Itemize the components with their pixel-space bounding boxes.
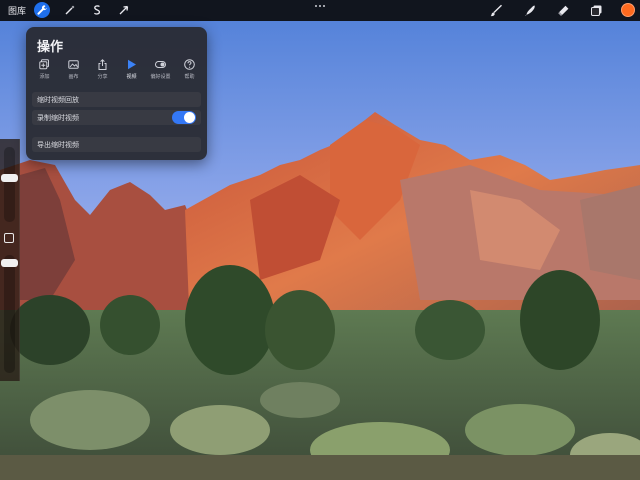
export-timelapse-row[interactable]: 导出缩时视频 <box>32 137 201 152</box>
magic-wand-icon <box>65 5 75 15</box>
smudge-tool[interactable] <box>522 2 538 18</box>
eraser-icon <box>557 5 568 16</box>
actions-panel: 操作 添加 画布 分享 视频 偏好设置 帮助 缩时视频回放 录制缩时视频 导出缩… <box>26 27 207 160</box>
canvas-icon <box>68 60 79 69</box>
arrow-cursor-icon <box>119 5 129 15</box>
tab-share[interactable]: 分享 <box>88 59 117 83</box>
top-toolbar: 图库 <box>0 0 640 21</box>
row-label: 导出缩时视频 <box>37 141 79 149</box>
tab-label: 添加 <box>39 74 50 80</box>
layers-icon <box>590 5 601 16</box>
timelapse-replay-row[interactable]: 缩时视频回放 <box>32 92 201 107</box>
tab-label: 偏好设置 <box>150 74 171 80</box>
tab-label: 画布 <box>68 74 79 80</box>
row-label: 缩时视频回放 <box>37 96 79 104</box>
side-slider-bar <box>0 139 20 381</box>
adjustments-button[interactable] <box>62 2 78 18</box>
brush-size-handle[interactable] <box>1 174 18 182</box>
help-icon <box>184 59 195 70</box>
tab-label: 帮助 <box>184 74 195 80</box>
more-options-icon[interactable] <box>314 3 326 11</box>
transform-button[interactable] <box>116 2 132 18</box>
selection-s-icon <box>93 5 101 15</box>
tab-help[interactable]: 帮助 <box>175 59 204 83</box>
toggle-icon <box>155 61 166 68</box>
opacity-slider[interactable] <box>4 255 15 373</box>
tab-preferences[interactable]: 偏好设置 <box>146 59 175 83</box>
row-label: 录制缩时视频 <box>37 114 79 122</box>
add-icon <box>39 59 49 70</box>
selection-button[interactable] <box>89 2 105 18</box>
play-icon <box>128 59 136 70</box>
toggle-knob <box>184 112 195 123</box>
actions-tabs: 添加 画布 分享 视频 偏好设置 帮助 <box>30 59 204 83</box>
actions-wrench-button[interactable] <box>34 2 50 18</box>
record-timelapse-toggle[interactable] <box>172 111 196 124</box>
modify-button[interactable] <box>4 233 14 243</box>
wrench-icon <box>37 5 47 15</box>
tab-label: 视频 <box>126 74 137 80</box>
brush-icon <box>490 4 502 16</box>
tab-label: 分享 <box>97 74 108 80</box>
panel-title: 操作 <box>37 40 64 55</box>
brush-tool[interactable] <box>488 2 504 18</box>
tab-add[interactable]: 添加 <box>30 59 59 83</box>
layers-tool[interactable] <box>588 2 604 18</box>
smudge-icon <box>524 4 535 16</box>
tab-canvas[interactable]: 画布 <box>59 59 88 83</box>
record-timelapse-row: 录制缩时视频 <box>32 110 201 125</box>
brush-size-slider[interactable] <box>4 147 15 222</box>
color-swatch-icon[interactable] <box>621 3 635 17</box>
eraser-tool[interactable] <box>555 2 571 18</box>
tab-video[interactable]: 视频 <box>117 59 146 83</box>
share-icon <box>98 59 107 70</box>
gallery-button[interactable]: 图库 <box>8 4 26 17</box>
opacity-handle[interactable] <box>1 259 18 267</box>
